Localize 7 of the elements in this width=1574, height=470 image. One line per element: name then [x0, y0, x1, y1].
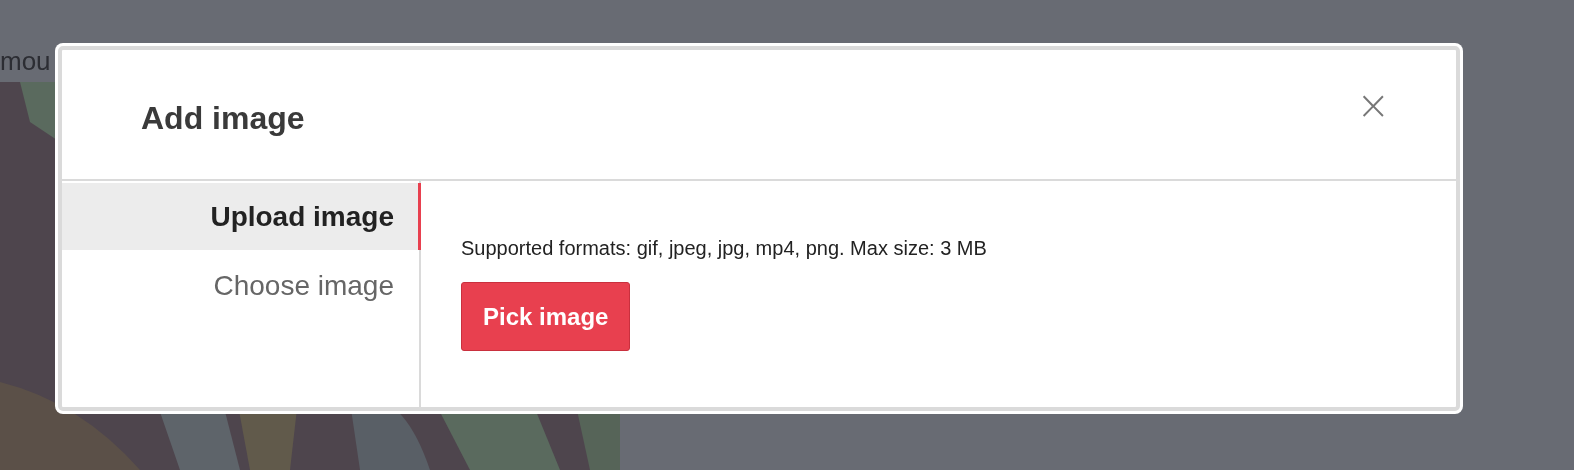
close-button[interactable]: × — [1350, 84, 1396, 125]
tab[interactable]: Upload image — [62, 183, 421, 250]
pick-image-button[interactable]: Pick image — [461, 282, 631, 351]
tab[interactable]: Choose image — [62, 250, 421, 322]
supported-formats-text: Supported formats: gif, jpeg, jpg, mp4, png. Max size: 3 MB — [461, 237, 987, 260]
dialog-title: Add image — [141, 99, 305, 137]
background-text: mou — [0, 45, 52, 78]
